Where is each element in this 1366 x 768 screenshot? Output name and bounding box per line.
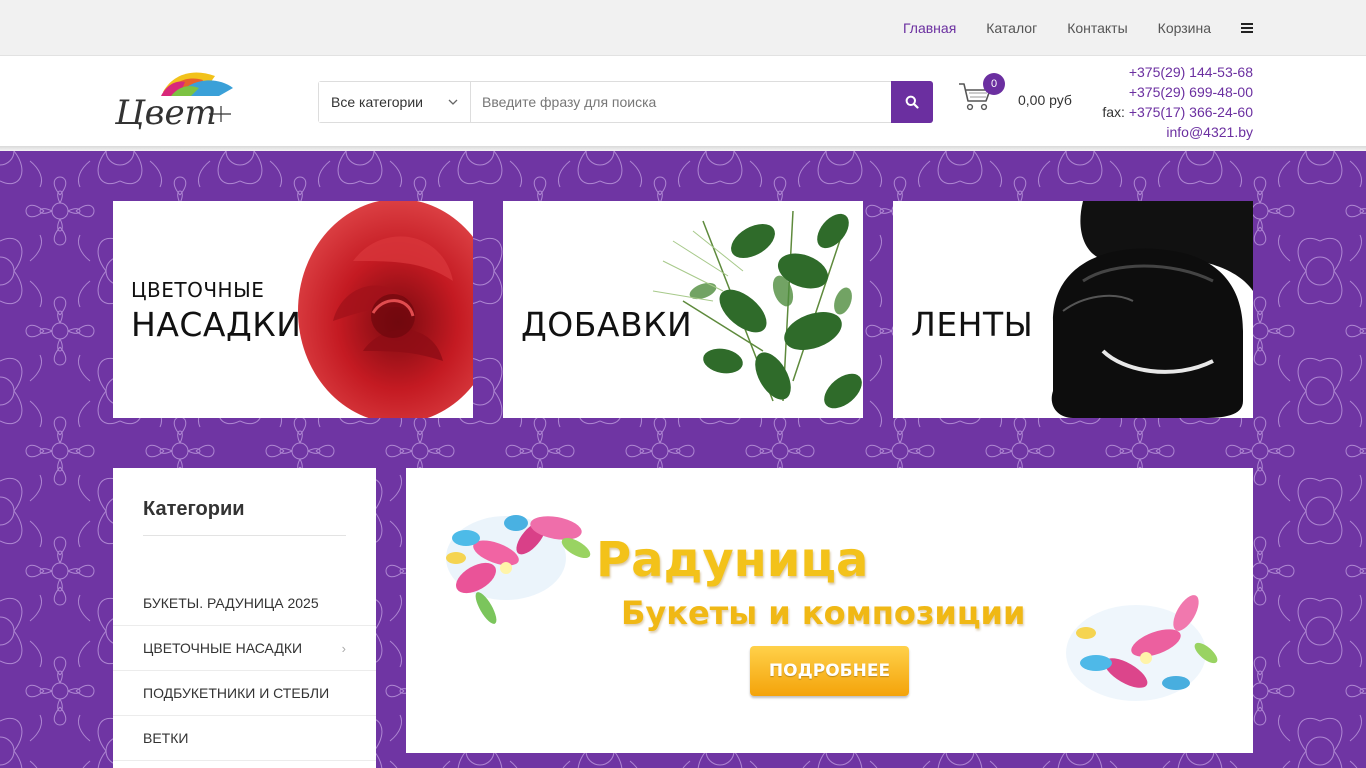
- search-icon: [905, 95, 919, 109]
- site-header: Цвет Все категории 0 0,00 руб +375(29) 1…: [0, 56, 1366, 146]
- cart-total: 0,00 руб: [1018, 92, 1072, 108]
- nav-link-contacts[interactable]: Контакты: [1067, 20, 1127, 36]
- banner-flower-heads[interactable]: ЦВЕТОЧНЫЕ НАСАДКИ: [113, 201, 473, 418]
- more-details-button[interactable]: ПОДРОБНЕЕ: [750, 646, 909, 696]
- category-sidebar: Категории Букеты. Радуница 2025 Цветочны…: [113, 468, 376, 768]
- contact-info: +375(29) 144-53-68 +375(29) 699-48-00 fa…: [1102, 62, 1253, 142]
- cart-count-badge: 0: [983, 73, 1005, 95]
- main-menu: Главная Каталог Контакты Корзина: [903, 0, 1253, 56]
- sidebar-title: Категории: [143, 498, 245, 520]
- ribbon-image: [1051, 201, 1253, 418]
- fax-label: fax:: [1102, 104, 1125, 120]
- category-item-branches[interactable]: Ветки: [113, 716, 376, 761]
- phone-2[interactable]: +375(29) 699-48-00: [1102, 82, 1253, 102]
- slide-subtitle: Букеты и композиции: [621, 594, 1026, 632]
- banner-ribbons[interactable]: ЛЕНТЫ: [893, 201, 1253, 418]
- category-select[interactable]: Все категории: [319, 82, 471, 122]
- top-navigation-bar: Главная Каталог Контакты Корзина: [0, 0, 1366, 56]
- category-item-label: Букеты. Радуница 2025: [143, 595, 319, 611]
- slide-title: Радуница: [596, 532, 869, 588]
- lily-bouquet-right-image: [1066, 595, 1218, 701]
- category-item-label: Ветки: [143, 730, 189, 746]
- banner-additives[interactable]: ДОБАВКИ: [503, 201, 863, 418]
- fax-number: +375(17) 366-24-60: [1128, 104, 1253, 120]
- promo-slider: Радуница Букеты и композиции ПОДРОБНЕЕ: [406, 468, 1253, 753]
- hamburger-icon[interactable]: [1241, 23, 1253, 33]
- category-item-stems[interactable]: Подбукетники и стебли: [113, 671, 376, 716]
- greenery-image: [652, 210, 862, 409]
- email-link[interactable]: info@4321.by: [1102, 122, 1253, 142]
- category-item-label: Цветочные насадки: [143, 640, 303, 656]
- chevron-down-icon: [448, 99, 458, 105]
- search-button[interactable]: [891, 81, 933, 123]
- logo-wordmark: Цвет: [114, 93, 217, 133]
- banner-1-line1: ЦВЕТОЧНЫЕ: [131, 278, 265, 302]
- nav-link-cart[interactable]: Корзина: [1158, 20, 1211, 36]
- category-select-value: Все категории: [331, 94, 423, 110]
- category-item-label: Подбукетники и стебли: [143, 685, 330, 701]
- search-input[interactable]: [471, 82, 891, 122]
- phone-1[interactable]: +375(29) 144-53-68: [1102, 62, 1253, 82]
- banner-1-line2: НАСАДКИ: [131, 305, 302, 344]
- nav-link-catalog[interactable]: Каталог: [986, 20, 1037, 36]
- search-form: Все категории: [318, 81, 933, 123]
- nav-link-home[interactable]: Главная: [903, 20, 956, 36]
- logo-image: Цвет: [114, 72, 233, 133]
- cart-widget[interactable]: 0 0,00 руб: [957, 73, 1077, 123]
- chevron-right-icon: ›: [341, 641, 346, 656]
- rose-image: [298, 201, 473, 418]
- site-logo[interactable]: Цвет: [113, 66, 235, 138]
- sidebar-divider: [143, 535, 346, 536]
- fax-line: fax: +375(17) 366-24-60: [1102, 102, 1253, 122]
- category-item-bouquets[interactable]: Букеты. Радуница 2025: [113, 581, 376, 626]
- banner-3-title: ЛЕНТЫ: [911, 305, 1034, 344]
- category-item-flower-heads[interactable]: Цветочные насадки ›: [113, 626, 376, 671]
